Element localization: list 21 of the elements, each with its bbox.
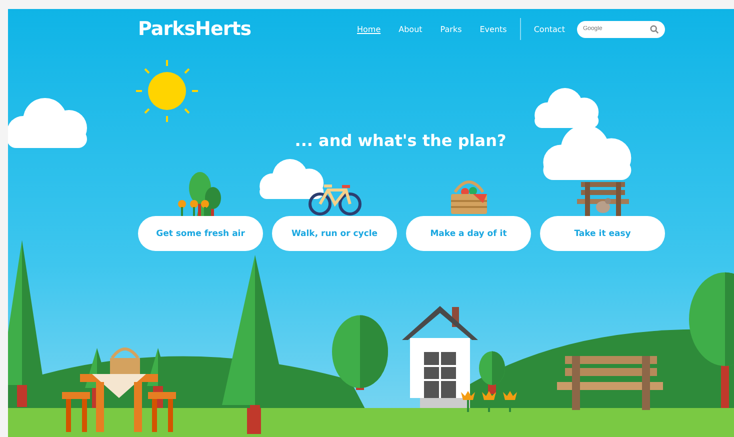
logo[interactable]: ParksHerts <box>138 18 348 40</box>
flower-drawing <box>482 391 496 412</box>
nav-link[interactable]: About <box>390 22 432 36</box>
cloud-drawing <box>534 88 599 128</box>
flower-drawing <box>461 391 475 412</box>
nav-link[interactable]: Contact <box>524 22 574 36</box>
activity-button[interactable]: Take it easy <box>540 216 665 251</box>
cloud-drawing <box>260 159 324 199</box>
activity-button[interactable]: Get some fresh air <box>138 216 263 251</box>
nav-link[interactable]: Events <box>470 22 516 36</box>
sun-drawing <box>135 59 199 123</box>
nav-link[interactable]: Home <box>348 22 390 36</box>
search-icon <box>650 24 659 34</box>
tree-drawing <box>479 351 505 394</box>
bench-icon <box>576 180 628 216</box>
flower-drawing <box>503 391 517 412</box>
bicycle-icon <box>308 182 362 216</box>
activity-button[interactable]: Walk, run or cycle <box>272 216 397 251</box>
activity-button[interactable]: Make a day of it <box>406 216 531 251</box>
headline: ... and what's the plan? <box>294 131 508 151</box>
nav-link[interactable]: Parks <box>431 22 471 36</box>
